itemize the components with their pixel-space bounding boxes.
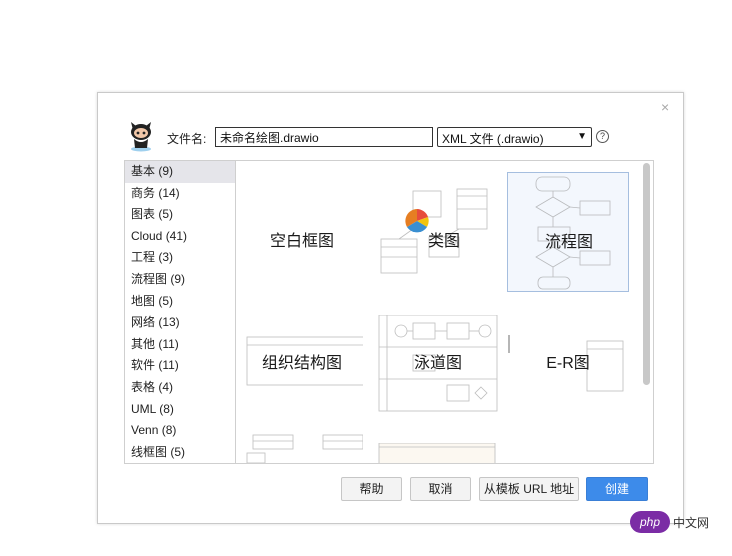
category-item[interactable]: Venn (8)	[125, 420, 235, 442]
template-cloud[interactable]	[241, 431, 363, 463]
chevron-down-icon: ▼	[577, 131, 587, 142]
help-icon[interactable]: ?	[596, 130, 609, 143]
category-list: 基本 (9) 商务 (14) 图表 (5) Cloud (41) 工程 (3) …	[125, 161, 236, 463]
template-flowchart[interactable]: 流程图	[507, 172, 629, 292]
help-button[interactable]: 帮助	[341, 477, 402, 501]
close-icon[interactable]: ×	[661, 100, 673, 114]
template-class[interactable]: 类图	[373, 169, 495, 289]
template-label: 类图	[427, 233, 460, 250]
category-item[interactable]: 基本 (9)	[125, 161, 235, 183]
category-item[interactable]: 流程图 (9)	[125, 269, 235, 291]
template-er[interactable]: E-R图	[507, 295, 629, 415]
category-item[interactable]: 软件 (11)	[125, 355, 235, 377]
other-thumbnail	[378, 443, 496, 463]
category-item[interactable]: 地图 (5)	[125, 291, 235, 313]
template-grid: 空白框图 类图 流程图 组织结构图 泳道图 E-R图	[237, 161, 643, 463]
category-item[interactable]: 工程 (3)	[125, 247, 235, 269]
category-item[interactable]: UML (8)	[125, 399, 235, 421]
template-label: E-R图	[546, 355, 590, 372]
template-other[interactable]	[377, 443, 499, 463]
watermark: php 中文网	[630, 511, 709, 535]
category-item[interactable]: Cloud (41)	[125, 226, 235, 248]
filetype-select-value: XML 文件 (.drawio)	[442, 132, 544, 146]
category-item[interactable]: 图表 (5)	[125, 204, 235, 226]
cancel-button[interactable]: 取消	[410, 477, 471, 501]
template-blank[interactable]: 空白框图	[241, 169, 363, 289]
template-label: 组织结构图	[261, 355, 342, 372]
category-item[interactable]: 商务 (14)	[125, 183, 235, 205]
template-label: 泳道图	[413, 355, 462, 372]
cloud-thumbnail	[246, 434, 363, 463]
template-swimlane[interactable]: 泳道图	[377, 315, 499, 435]
filetype-select[interactable]: XML 文件 (.drawio) ▼	[437, 127, 592, 147]
category-item[interactable]: 其他 (11)	[125, 334, 235, 356]
template-label: 空白框图	[269, 233, 334, 250]
template-panel: 基本 (9) 商务 (14) 图表 (5) Cloud (41) 工程 (3) …	[124, 160, 654, 464]
watermark-text: 中文网	[673, 515, 710, 530]
filename-input[interactable]	[215, 127, 433, 147]
create-button[interactable]: 创建	[586, 477, 648, 501]
octocat-icon	[131, 122, 151, 152]
category-item[interactable]: 网络 (13)	[125, 312, 235, 334]
template-scrollbar[interactable]	[643, 163, 650, 385]
from-template-url-button[interactable]: 从模板 URL 地址	[479, 477, 579, 501]
swimlane-thumbnail	[378, 315, 498, 412]
php-logo: php	[630, 511, 670, 533]
template-orgchart[interactable]: 组织结构图	[241, 295, 363, 415]
template-label: 流程图	[544, 234, 593, 251]
category-item[interactable]: 表格 (4)	[125, 377, 235, 399]
category-item[interactable]: 线框图 (5)	[125, 442, 235, 463]
filename-label: 文件名:	[167, 132, 207, 146]
